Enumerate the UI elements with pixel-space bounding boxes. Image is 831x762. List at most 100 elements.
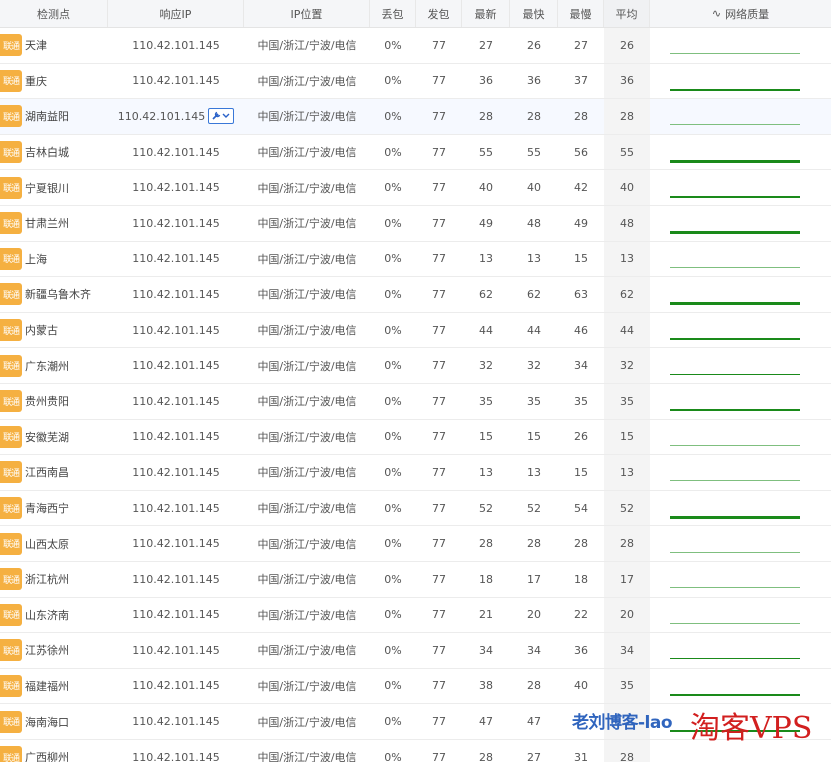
table-row[interactable]: 联通 山东济南 110.42.101.145 中国/浙江/宁波/电信 0% 77 21 20 2… — [0, 597, 831, 634]
column-header-quality: ∿ 网络质量 — [650, 0, 831, 27]
avg-cell: 62 — [604, 277, 650, 312]
table-row[interactable]: 联通 吉林白城 110.42.101.145 中国/浙江/宁波/电信 0% 77 55 55 5… — [0, 134, 831, 171]
node-name: 吉林白城 — [25, 146, 69, 160]
quality-line — [670, 551, 800, 553]
isp-badge: 联通 — [0, 212, 22, 235]
table-row[interactable]: 联通 甘肃兰州 110.42.101.145 中国/浙江/宁波/电信 0% 77 49 48 4… — [0, 205, 831, 242]
table-header: 检测点 响应IP IP位置 丢包 发包 最新 最快 最慢 平均 ∿ 网络质量 — [0, 0, 831, 28]
column-header-location[interactable]: IP位置 — [244, 0, 370, 27]
worst-cell: 37 — [574, 74, 588, 88]
column-header-last[interactable]: 最新 — [462, 0, 510, 27]
worst-cell: 26 — [574, 430, 588, 444]
ip-text: 110.42.101.145 — [117, 109, 206, 123]
ip-cell: 110.42.101.145 — [108, 135, 244, 170]
worst-cell: 34 — [574, 359, 588, 373]
isp-badge: 联通 — [0, 746, 22, 762]
column-header-sent[interactable]: 发包 — [416, 0, 462, 27]
avg-cell: 15 — [604, 419, 650, 455]
wrench-dropdown-icon[interactable] — [208, 108, 235, 125]
worst-cell: 15 — [574, 252, 588, 266]
sent-cell: 77 — [432, 537, 446, 551]
worst-cell: 46 — [574, 323, 588, 337]
table-row[interactable]: 联通 江苏徐州 110.42.101.145 中国/浙江/宁波/电信 0% 77 34 34 3… — [0, 633, 831, 669]
node-cell: 联通 湖南益阳 — [0, 99, 108, 134]
best-cell: 27 — [527, 750, 541, 762]
ip-cell: 110.42.101.145 — [108, 420, 244, 455]
table-row[interactable]: 联通 天津 110.42.101.145 中国/浙江/宁波/电信 0% 77 27 26 27 2… — [0, 28, 831, 64]
column-header-best[interactable]: 最快 — [510, 0, 558, 27]
column-header-node[interactable]: 检测点 — [0, 0, 108, 27]
quality-line — [670, 124, 800, 126]
sent-cell: 77 — [432, 359, 446, 373]
best-cell: 55 — [527, 145, 541, 159]
location-cell: 中国/浙江/宁波/电信 — [257, 288, 357, 302]
ip-cell: 110.42.101.145 — [108, 206, 244, 241]
loss-cell: 0% — [384, 465, 402, 479]
node-name: 天津 — [25, 39, 47, 53]
table-row[interactable]: 联通 青海西宁 110.42.101.145 中国/浙江/宁波/电信 0% 77 52 52 5… — [0, 490, 831, 527]
node-name: 内蒙古 — [25, 324, 58, 338]
avg-cell: 13 — [604, 455, 650, 490]
node-name: 贵州贵阳 — [25, 395, 69, 409]
table-row[interactable]: 联通 江西南昌 110.42.101.145 中国/浙江/宁波/电信 0% 77 13 13 1… — [0, 455, 831, 491]
node-cell: 联通 内蒙古 — [0, 313, 108, 348]
ip-cell: 110.42.101.145 — [108, 313, 244, 348]
last-cell: 15 — [479, 430, 493, 444]
table-row[interactable]: 联通 内蒙古 110.42.101.145 中国/浙江/宁波/电信 0% 77 44 44 46… — [0, 312, 831, 349]
node-cell: 联通 广东潮州 — [0, 348, 108, 383]
ip-cell: 110.42.101.145 — [108, 99, 244, 134]
column-header-ip[interactable]: 响应IP — [108, 0, 244, 27]
isp-badge: 联通 — [0, 69, 22, 92]
location-cell: 中国/浙江/宁波/电信 — [257, 430, 357, 444]
quality-cell — [650, 491, 831, 526]
sent-cell: 77 — [432, 572, 446, 586]
avg-cell: 35 — [604, 668, 650, 704]
table-row[interactable]: 联通 广东潮州 110.42.101.145 中国/浙江/宁波/电信 0% 77 32 32 3… — [0, 348, 831, 384]
quality-line — [670, 409, 800, 412]
table-row[interactable]: 联通 浙江杭州 110.42.101.145 中国/浙江/宁波/电信 0% 77 18 17 1… — [0, 561, 831, 598]
location-cell: 中国/浙江/宁波/电信 — [257, 537, 357, 551]
last-cell: 13 — [479, 252, 493, 266]
table-row[interactable]: 联通 新疆乌鲁木齐 110.42.101.145 中国/浙江/宁波/电信 0% 77 62 6… — [0, 277, 831, 313]
location-cell: 中国/浙江/宁波/电信 — [257, 359, 357, 373]
table-row[interactable]: 联通 上海 110.42.101.145 中国/浙江/宁波/电信 0% 77 13 13 15 1… — [0, 241, 831, 278]
column-header-loss[interactable]: 丢包 — [370, 0, 416, 27]
isp-badge: 联通 — [0, 34, 22, 57]
table-row[interactable]: 联通 安徽芜湖 110.42.101.145 中国/浙江/宁波/电信 0% 77 15 15 2… — [0, 419, 831, 456]
best-cell: 35 — [527, 394, 541, 408]
quality-cell — [650, 206, 831, 241]
location-cell: 中国/浙江/宁波/电信 — [257, 217, 357, 231]
column-header-worst[interactable]: 最慢 — [558, 0, 604, 27]
table-row[interactable]: 联通 宁夏银川 110.42.101.145 中国/浙江/宁波/电信 0% 77 40 40 4… — [0, 170, 831, 206]
table-row[interactable]: 联通 山西太原 110.42.101.145 中国/浙江/宁波/电信 0% 77 28 28 2… — [0, 526, 831, 562]
avg-cell: 28 — [604, 99, 650, 134]
node-cell: 联通 宁夏银川 — [0, 170, 108, 205]
column-header-avg[interactable]: 平均 — [604, 0, 650, 27]
isp-badge: 联通 — [0, 639, 22, 662]
location-cell: 中国/浙江/宁波/电信 — [257, 39, 357, 53]
table-row[interactable]: 联通 重庆 110.42.101.145 中国/浙江/宁波/电信 0% 77 36 36 37 3… — [0, 63, 831, 100]
loss-cell: 0% — [384, 38, 402, 52]
node-name: 海南海口 — [25, 715, 69, 729]
table-row[interactable]: 联通 贵州贵阳 110.42.101.145 中国/浙江/宁波/电信 0% 77 35 35 3… — [0, 383, 831, 420]
avg-cell: 48 — [604, 205, 650, 241]
loss-cell: 0% — [384, 323, 402, 337]
loss-cell: 0% — [384, 109, 402, 123]
location-cell: 中国/浙江/宁波/电信 — [257, 324, 357, 338]
quality-line — [670, 516, 800, 520]
avg-cell: 32 — [604, 348, 650, 383]
avg-cell: 17 — [604, 561, 650, 597]
node-name: 甘肃兰州 — [25, 217, 69, 231]
ip-text: 110.42.101.145 — [132, 252, 220, 266]
node-name: 山东济南 — [25, 608, 69, 622]
table-row[interactable]: 联通 福建福州 110.42.101.145 中国/浙江/宁波/电信 0% 77 38 28 4… — [0, 668, 831, 705]
table-row[interactable]: 联通 湖南益阳 110.42.101.145 中国/浙江/宁波/电信 0% 77 28 28 2… — [0, 99, 831, 135]
watermark: 老刘博客-lao 淘客VPS — [572, 708, 812, 746]
ip-cell: 110.42.101.145 — [108, 704, 244, 739]
ip-text: 110.42.101.145 — [132, 359, 220, 373]
sent-cell: 77 — [432, 181, 446, 195]
best-cell: 40 — [527, 181, 541, 195]
avg-cell: 26 — [604, 28, 650, 63]
last-cell: 32 — [479, 359, 493, 373]
best-cell: 28 — [527, 537, 541, 551]
